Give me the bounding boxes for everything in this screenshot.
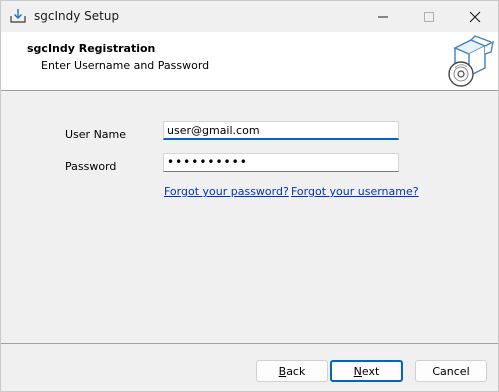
install-box-disc-icon [441, 34, 495, 88]
header-title: sgcIndy Registration [27, 42, 156, 55]
back-accelerator: B [278, 364, 287, 378]
forgot-username-link[interactable]: Forgot your username? [291, 185, 419, 198]
maximize-icon [424, 11, 434, 22]
password-label: Password [65, 160, 117, 173]
minimize-icon [378, 16, 388, 17]
footer-divider [1, 343, 498, 344]
title-bar: sgcIndy Setup [1, 1, 498, 32]
minimize-button[interactable] [360, 1, 406, 32]
header-subtitle: Enter Username and Password [41, 59, 210, 72]
close-icon [469, 11, 481, 22]
next-label: ext [361, 364, 380, 378]
cancel-button[interactable]: Cancel [415, 360, 487, 382]
window-title: sgcIndy Setup [34, 9, 120, 23]
download-tray-icon [9, 7, 27, 25]
wizard-header: sgcIndy Registration Enter Username and … [1, 32, 498, 91]
next-accelerator: N [353, 364, 362, 378]
username-field[interactable]: user@gmail.com [163, 121, 399, 140]
cancel-label: Cancel [432, 364, 470, 378]
forgot-password-link[interactable]: Forgot your password? [164, 185, 289, 198]
setup-window: sgcIndy Setup sgcIndy Registration Enter… [0, 0, 499, 392]
username-label: User Name [65, 128, 127, 141]
close-button[interactable] [452, 1, 498, 32]
maximize-button [406, 1, 452, 32]
back-button[interactable]: Back [256, 360, 328, 382]
password-field[interactable]: •••••••••• [163, 153, 399, 172]
back-label: ack [286, 364, 306, 378]
next-button[interactable]: Next [330, 360, 403, 382]
